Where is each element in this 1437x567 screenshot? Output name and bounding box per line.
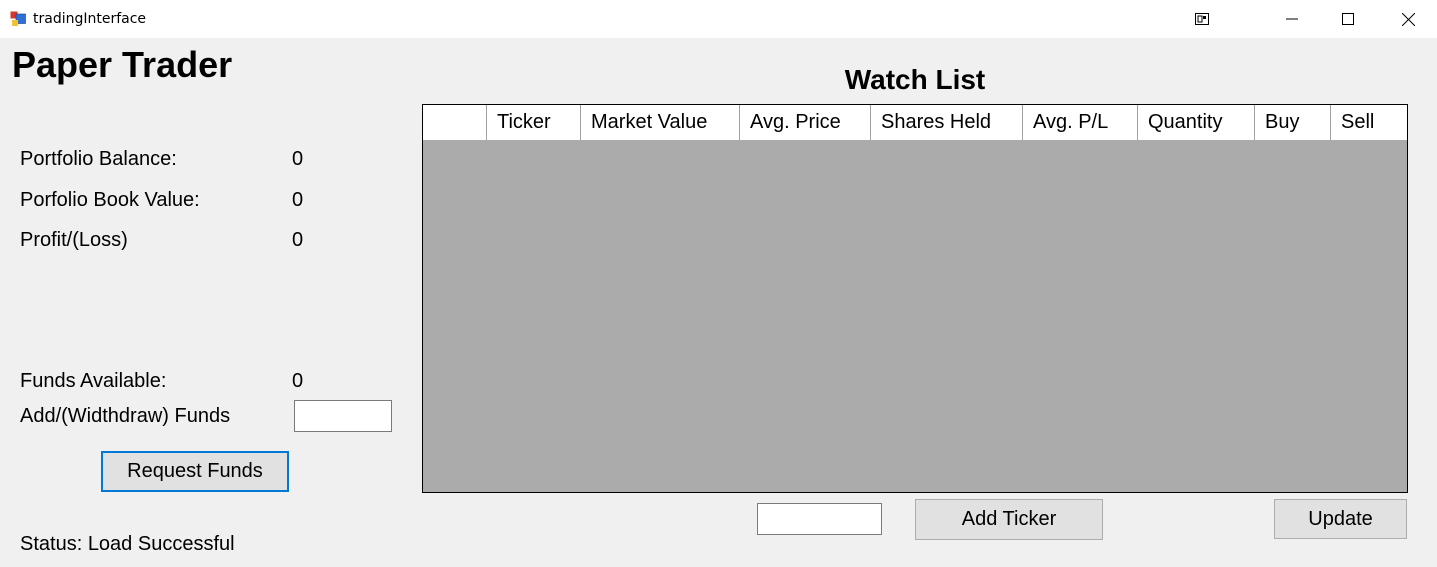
funds-amount-input[interactable]	[294, 400, 392, 432]
funds-available-label: Funds Available:	[20, 370, 167, 392]
portfolio-book-value-label: Porfolio Book Value:	[20, 189, 200, 211]
column-header-sell[interactable]: Sell	[1331, 105, 1407, 140]
add-ticker-button[interactable]: Add Ticker	[915, 499, 1103, 540]
close-button[interactable]	[1380, 0, 1436, 38]
column-header-buy[interactable]: Buy	[1255, 105, 1331, 140]
close-icon	[1401, 12, 1415, 26]
watch-list-title: Watch List	[844, 64, 986, 95]
profit-loss-value: 0	[292, 229, 304, 251]
watch-list-grid[interactable]: Ticker Market Value Avg. Price Shares He…	[422, 104, 1408, 493]
title-bar: tradingInterface	[0, 0, 1437, 38]
column-header-avg-price[interactable]: Avg. Price	[740, 105, 871, 140]
column-header-quantity[interactable]: Quantity	[1138, 105, 1255, 140]
column-header-market-value[interactable]: Market Value	[581, 105, 740, 140]
minimize-button[interactable]	[1264, 0, 1320, 38]
column-header-shares-held[interactable]: Shares Held	[871, 105, 1023, 140]
portfolio-book-value-value: 0	[292, 189, 304, 211]
portfolio-balance-label: Portfolio Balance:	[20, 148, 177, 170]
column-header-row-selector[interactable]	[423, 105, 487, 140]
minimize-icon	[1286, 13, 1298, 25]
profit-loss-label: Profit/(Loss)	[20, 229, 128, 251]
snap-layout-button[interactable]	[1174, 0, 1230, 38]
add-withdraw-funds-label: Add/(Widthdraw) Funds	[20, 405, 231, 427]
ticker-input[interactable]	[757, 503, 882, 535]
snap-layout-icon	[1195, 13, 1209, 25]
update-button[interactable]: Update	[1274, 499, 1407, 539]
window-title: tradingInterface	[33, 11, 147, 27]
portfolio-balance-value: 0	[292, 148, 304, 170]
app-title: Paper Trader	[12, 44, 233, 85]
maximize-icon	[1342, 13, 1354, 25]
column-header-ticker[interactable]: Ticker	[487, 105, 581, 140]
status-text: Status: Load Successful	[20, 533, 235, 555]
maximize-button[interactable]	[1320, 0, 1376, 38]
grid-header: Ticker Market Value Avg. Price Shares He…	[423, 105, 1407, 141]
app-icon	[10, 11, 26, 27]
request-funds-button[interactable]: Request Funds	[101, 451, 289, 492]
column-header-avg-pl[interactable]: Avg. P/L	[1023, 105, 1138, 140]
funds-available-value: 0	[292, 370, 304, 392]
